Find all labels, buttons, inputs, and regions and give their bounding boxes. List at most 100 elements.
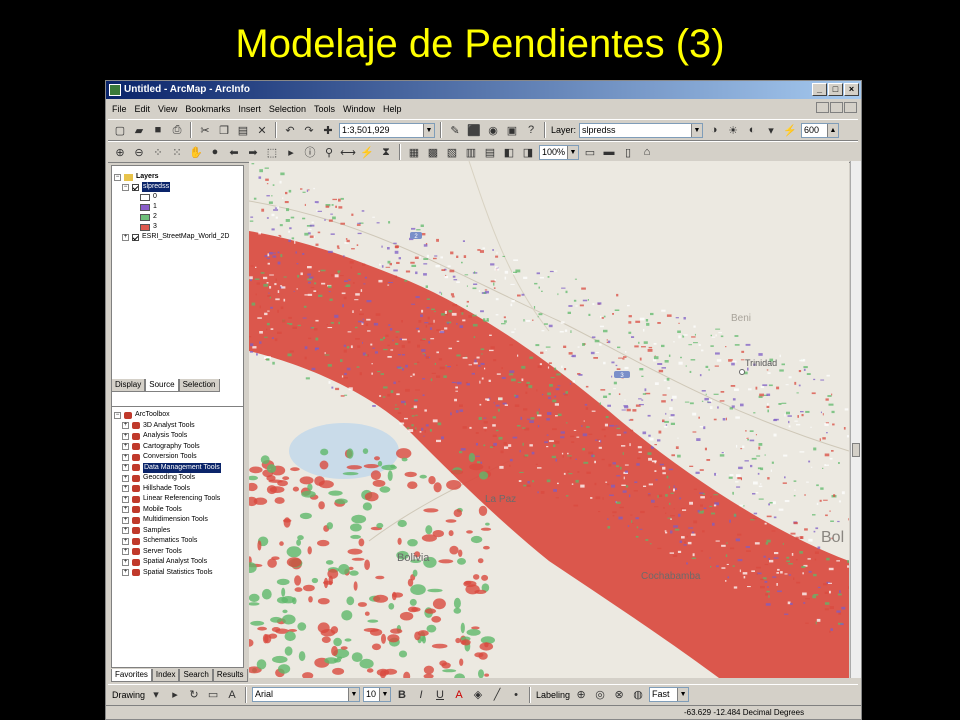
copy-icon[interactable]: ❐ (216, 122, 232, 138)
pause-labeling-icon[interactable]: ◍ (630, 687, 646, 703)
zoom-in-icon[interactable]: ⊕ (112, 144, 128, 160)
layer-visibility-checkbox[interactable] (132, 183, 139, 191)
toolbox-item[interactable]: + Samples (114, 526, 241, 537)
font-combo[interactable]: Arial ▼ (252, 687, 361, 702)
tab-index[interactable]: Index (151, 669, 180, 682)
data-driven-pages-icon[interactable]: ⌂ (639, 144, 655, 160)
toolbox-item[interactable]: + Server Tools (114, 547, 241, 558)
layout-zoom-out-icon[interactable]: ▩ (425, 144, 441, 160)
toolbox-item[interactable]: +3D Analyst Tools (114, 421, 241, 432)
toolbox-item[interactable]: + Linear Referencing Tools (114, 494, 241, 505)
zoom-out-icon[interactable]: ⊖ (131, 144, 147, 160)
menu-edit[interactable]: Edit (135, 101, 151, 117)
help-icon[interactable]: ? (523, 122, 539, 138)
layout-zoom-combo[interactable]: 100% ▼ (539, 144, 579, 160)
measure-icon[interactable]: ⟷ (340, 144, 356, 160)
menu-bookmarks[interactable]: Bookmarks (185, 101, 230, 117)
arctoolbox-icon[interactable]: ⬛ (466, 122, 482, 138)
time-slider-icon[interactable]: ⧗ (378, 144, 394, 160)
toc-layer-slpredss[interactable]: − slpredss (114, 182, 241, 192)
print-icon[interactable]: ⎙ (169, 122, 185, 138)
layout-pan-icon[interactable]: ▧ (444, 144, 460, 160)
toolbox-item[interactable]: + Analysis Tools (114, 431, 241, 442)
editor-icon[interactable]: ✎ (447, 122, 463, 138)
arccatalog-icon[interactable]: ▣ (504, 122, 520, 138)
flicker-rate-input[interactable]: 600 ▲ (801, 122, 840, 138)
menu-tools[interactable]: Tools (314, 101, 335, 117)
new-doc-icon[interactable]: ▢ (112, 122, 128, 138)
redo-icon[interactable]: ↷ (301, 122, 317, 138)
scale-combo[interactable]: 1:3,501,929 ▼ (339, 122, 435, 138)
dropdown-arrow-icon[interactable]: ▾ (148, 687, 164, 703)
layout-back-icon[interactable]: ◧ (501, 144, 517, 160)
focus-frame-icon[interactable]: ▬ (601, 144, 617, 160)
marker-color-icon[interactable]: • (508, 687, 524, 703)
delete-icon[interactable]: ✕ (254, 122, 270, 138)
text-icon[interactable]: A (224, 687, 240, 703)
back-extent-icon[interactable]: ⬅ (226, 144, 242, 160)
scroll-thumb[interactable] (852, 443, 860, 457)
paste-icon[interactable]: ▤ (235, 122, 251, 138)
tab-source[interactable]: Source (145, 379, 179, 392)
mdi-close-button[interactable] (844, 102, 857, 113)
toolbox-item[interactable]: + Spatial Analyst Tools (114, 557, 241, 568)
maximize-button[interactable]: □ (828, 83, 843, 96)
menu-help[interactable]: Help (383, 101, 402, 117)
menu-window[interactable]: Window (343, 101, 375, 117)
toolbox-item[interactable]: + Conversion Tools (114, 452, 241, 463)
layer-combo[interactable]: slpredss ▼ (579, 122, 704, 138)
contrast-icon[interactable]: ◑ (706, 122, 722, 138)
arctoolbox-root[interactable]: − ArcToolbox (114, 410, 241, 421)
zoom-100-icon[interactable]: ▤ (482, 144, 498, 160)
label-manager-icon[interactable]: ⊕ (573, 687, 589, 703)
add-data-icon[interactable]: ✚ (320, 122, 336, 138)
map-vertical-scrollbar[interactable] (850, 161, 861, 678)
fixed-zoom-out-icon[interactable]: ⁙ (169, 144, 185, 160)
toggle-draft-icon[interactable]: ▭ (582, 144, 598, 160)
toolbox-item[interactable]: + Mobile Tools (114, 505, 241, 516)
menu-insert[interactable]: Insert (238, 101, 261, 117)
tab-favorites[interactable]: Favorites (111, 669, 152, 682)
labeling-menu[interactable]: Labeling (536, 690, 570, 700)
fill-color-icon[interactable]: ◈ (470, 687, 486, 703)
layer-visibility-checkbox[interactable] (132, 233, 139, 241)
fixed-zoom-in-icon[interactable]: ⁘ (150, 144, 166, 160)
rectangle-icon[interactable]: ▭ (205, 687, 221, 703)
close-button[interactable]: × (844, 83, 859, 96)
select-elements-icon[interactable]: ▸ (283, 144, 299, 160)
forward-extent-icon[interactable]: ➡ (245, 144, 261, 160)
brightness-icon[interactable]: ☀ (725, 122, 741, 138)
cut-icon[interactable]: ✂ (197, 122, 213, 138)
select-elements-icon[interactable]: ▸ (167, 687, 183, 703)
menu-view[interactable]: View (158, 101, 177, 117)
pan-icon[interactable]: ✋ (188, 144, 204, 160)
toolbox-item[interactable]: + Cartography Tools (114, 442, 241, 453)
toolbox-item[interactable]: + Data Management Tools (114, 462, 241, 473)
tab-search[interactable]: Search (179, 669, 213, 682)
open-folder-icon[interactable]: ▰ (131, 122, 147, 138)
map-view[interactable]: 2 3 Beni Trinidad Bol La Paz Bolivia Coc… (249, 161, 849, 678)
undo-icon[interactable]: ↶ (282, 122, 298, 138)
underline-icon[interactable]: U (432, 687, 448, 703)
layout-forward-icon[interactable]: ◨ (520, 144, 536, 160)
hyperlink-icon[interactable]: ⚡ (359, 144, 375, 160)
flicker-icon[interactable]: ⚡ (782, 122, 798, 138)
zoom-whole-page-icon[interactable]: ▥ (463, 144, 479, 160)
lock-labels-icon[interactable]: ⊗ (611, 687, 627, 703)
label-quality-combo[interactable]: Fast ▼ (649, 687, 690, 702)
menu-selection[interactable]: Selection (269, 101, 306, 117)
tab-results[interactable]: Results (212, 669, 248, 682)
select-features-icon[interactable]: ⬚ (264, 144, 280, 160)
tab-display[interactable]: Display (111, 379, 146, 392)
toc-layer-streetmap[interactable]: + ESRI_StreetMap_World_2D (114, 232, 241, 242)
python-icon[interactable]: ◉ (485, 122, 501, 138)
drawing-menu[interactable]: Drawing (112, 690, 145, 700)
transparency-icon[interactable]: ◐ (744, 122, 760, 138)
mdi-minimize-button[interactable] (816, 102, 829, 113)
italic-icon[interactable]: I (413, 687, 429, 703)
toolbox-item[interactable]: + Multidimension Tools (114, 515, 241, 526)
tab-selection[interactable]: Selection (178, 379, 220, 392)
mdi-restore-button[interactable] (830, 102, 843, 113)
toc-root[interactable]: − Layers (114, 172, 241, 182)
minimize-button[interactable]: _ (812, 83, 827, 96)
